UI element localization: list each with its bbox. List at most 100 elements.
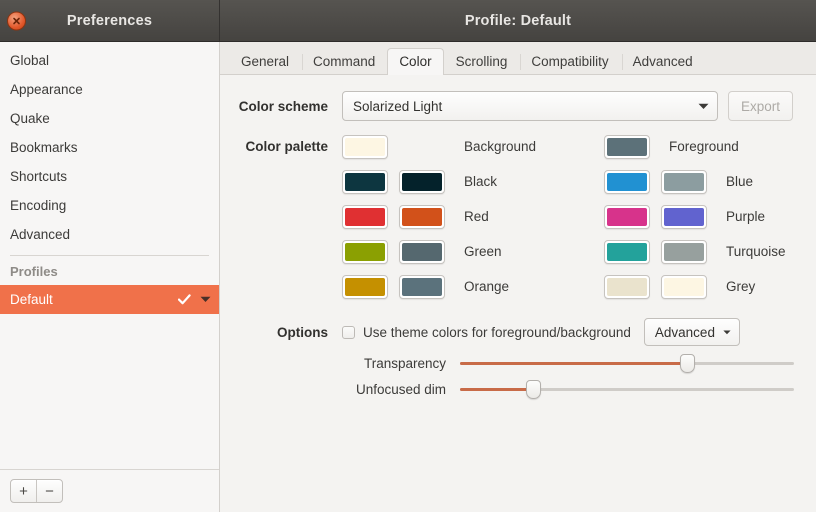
swatch-slot [342,135,399,159]
color-scheme-row: Color scheme Solarized Light Export [220,91,816,121]
palette-name-blue: Blue [718,174,753,189]
sidebar-item-shortcuts[interactable]: Shortcuts [0,162,219,191]
export-button[interactable]: Export [728,91,793,121]
swatch-slot [661,240,718,264]
unfocused-dim-row: Unfocused dim [220,380,816,398]
options-label: Options [220,325,342,340]
sidebar-item-appearance[interactable]: Appearance [0,75,219,104]
swatch-slot [342,170,399,194]
palette-name-turquoise: Turquoise [718,244,786,259]
profile-title: Profile: Default [220,13,816,29]
sidebar-item-label: Advanced [10,227,70,242]
swatch-purple-0[interactable] [604,205,650,229]
swatch-green-0[interactable] [342,240,388,264]
sidebar-item-quake[interactable]: Quake [0,104,219,133]
swatch-slot [342,205,399,229]
swatch-slot [604,135,661,159]
palette-group-orange: Orange [342,275,604,299]
color-scheme-value: Solarized Light [353,99,442,114]
swatch-turquoise-0[interactable] [604,240,650,264]
sidebar-divider [10,255,209,256]
palette-name-grey: Grey [718,279,755,294]
preferences-title: Preferences [0,13,219,29]
palette-group-foreground: Foreground [604,135,739,159]
palette-group-purple: Purple [604,205,765,229]
swatch-slot [342,275,399,299]
theme-colors-line: Use theme colors for foreground/backgrou… [342,318,740,346]
palette-group-turquoise: Turquoise [604,240,786,264]
palette-group-grey: Grey [604,275,755,299]
sidebar-item-bookmarks[interactable]: Bookmarks [0,133,219,162]
swatch-black-0[interactable] [342,170,388,194]
swatch-slot [399,170,456,194]
use-theme-colors-checkbox[interactable] [342,326,355,339]
use-theme-colors-label: Use theme colors for foreground/backgrou… [363,325,631,340]
palette-group-background: Background [342,135,604,159]
sidebar-item-advanced[interactable]: Advanced [0,220,219,249]
chevron-down-icon [698,103,709,110]
tab-general[interactable]: General [229,48,301,75]
sidebar-item-label: Encoding [10,198,66,213]
tabstrip: General Command Color Scrolling Compatib… [220,42,816,75]
slider-knob[interactable] [680,354,695,373]
preferences-window: Preferences Profile: Default Global Appe… [0,0,816,512]
swatch-orange-1[interactable] [399,275,445,299]
palette-mode-select[interactable]: Advanced [644,318,740,346]
sidebar-item-global[interactable]: Global [0,46,219,75]
check-icon [178,294,191,305]
palette-name-green: Green [456,244,502,259]
swatch-red-1[interactable] [399,205,445,229]
swatch-slot [604,240,661,264]
palette-row-red-purple: Red Purple [220,199,816,234]
sidebar-item-label: Shortcuts [10,169,67,184]
content-area: General Command Color Scrolling Compatib… [220,42,816,512]
color-scheme-select[interactable]: Solarized Light [342,91,718,121]
palette-group-black: Black [342,170,604,194]
tab-compatibility[interactable]: Compatibility [519,48,620,75]
swatch-green-1[interactable] [399,240,445,264]
swatch-slot [399,240,456,264]
palette-group-red: Red [342,205,604,229]
transparency-row: Transparency [220,354,816,372]
options-block: Options Use theme colors for foreground/… [220,318,816,398]
swatch-black-1[interactable] [399,170,445,194]
swatch-slot [399,275,456,299]
swatch-turquoise-1[interactable] [661,240,707,264]
close-icon[interactable] [7,11,26,30]
tab-command[interactable]: Command [301,48,387,75]
swatch-purple-1[interactable] [661,205,707,229]
palette-row-orange-grey: Orange Grey [220,269,816,304]
tab-scrolling[interactable]: Scrolling [444,48,520,75]
swatch-slot [342,240,399,264]
swatch-slot [604,205,661,229]
unfocused-dim-slider[interactable] [460,380,794,398]
sidebar-item-encoding[interactable]: Encoding [0,191,219,220]
palette-name-background: Background [456,139,536,154]
swatch-red-0[interactable] [342,205,388,229]
sidebar-item-label: Bookmarks [10,140,78,155]
sidebar-section-label: Profiles [10,264,58,279]
swatch-slot [399,205,456,229]
tab-advanced[interactable]: Advanced [621,48,705,75]
slider-knob[interactable] [526,380,541,399]
sidebar-item-label: Quake [10,111,50,126]
tab-color[interactable]: Color [387,48,443,75]
palette-name-purple: Purple [718,209,765,224]
swatch-foreground-0[interactable] [604,135,650,159]
transparency-slider[interactable] [460,354,794,372]
slider-fill [460,362,687,365]
sidebar-item-profile-default[interactable]: Default [0,285,219,314]
add-profile-button[interactable]: + [11,480,37,502]
chevron-down-icon[interactable] [200,296,211,303]
swatch-orange-0[interactable] [342,275,388,299]
remove-profile-button[interactable]: − [37,480,62,502]
preferences-titlebar: Preferences [0,0,220,41]
swatch-background-0[interactable] [342,135,388,159]
swatch-blue-1[interactable] [661,170,707,194]
swatch-blue-0[interactable] [604,170,650,194]
palette-name-red: Red [456,209,489,224]
swatch-grey-0[interactable] [604,275,650,299]
palette-group-green: Green [342,240,604,264]
swatch-grey-1[interactable] [661,275,707,299]
slider-fill [460,388,533,391]
